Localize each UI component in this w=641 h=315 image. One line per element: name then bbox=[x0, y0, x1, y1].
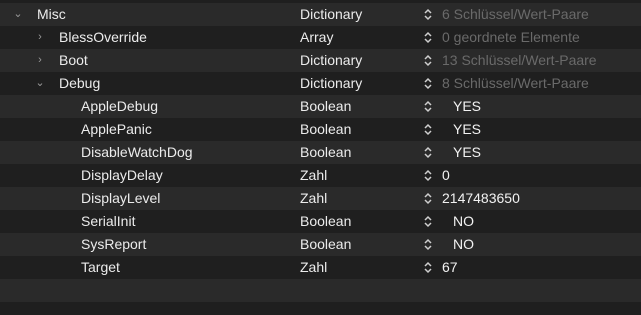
up-down-stepper-icon[interactable] bbox=[423, 215, 433, 228]
up-down-stepper-icon[interactable] bbox=[423, 100, 433, 113]
chevron-down-icon[interactable]: ⌄ bbox=[13, 9, 23, 20]
up-down-stepper-icon[interactable] bbox=[423, 146, 433, 159]
up-down-stepper-icon[interactable] bbox=[423, 261, 433, 274]
plist-row-partial bbox=[0, 279, 641, 302]
type-label[interactable]: Boolean bbox=[300, 210, 351, 233]
plist-row-appledebug[interactable]: AppleDebug Boolean YES bbox=[0, 95, 641, 118]
value-label[interactable]: 13 Schlüssel/Wert-Paare bbox=[442, 49, 597, 72]
key-label: ApplePanic bbox=[81, 121, 152, 137]
key-label: Boot bbox=[59, 52, 88, 68]
type-label[interactable]: Zahl bbox=[300, 164, 327, 187]
type-label[interactable]: Dictionary bbox=[300, 3, 362, 26]
plist-row-target[interactable]: Target Zahl 67 bbox=[0, 256, 641, 279]
key-label: SysReport bbox=[81, 236, 147, 252]
up-down-stepper-icon[interactable] bbox=[423, 192, 433, 205]
type-label[interactable]: Zahl bbox=[300, 256, 327, 279]
up-down-stepper-icon[interactable] bbox=[423, 31, 433, 44]
type-label[interactable]: Boolean bbox=[300, 118, 351, 141]
plist-row-boot[interactable]: › Boot Dictionary 13 Schlüssel/Wert-Paar… bbox=[0, 49, 641, 72]
key-label: DisplayDelay bbox=[81, 167, 163, 183]
chevron-down-icon[interactable]: ⌄ bbox=[35, 78, 45, 89]
key-label: DisplayLevel bbox=[81, 190, 161, 206]
up-down-stepper-icon[interactable] bbox=[423, 54, 433, 67]
plist-row-disablewatchdog[interactable]: DisableWatchDog Boolean YES bbox=[0, 141, 641, 164]
plist-row-displaylevel[interactable]: DisplayLevel Zahl 2147483650 bbox=[0, 187, 641, 210]
type-label[interactable]: Array bbox=[300, 26, 333, 49]
key-label: Misc bbox=[37, 6, 66, 22]
value-label[interactable]: 67 bbox=[442, 256, 458, 279]
key-label: Target bbox=[81, 259, 120, 275]
plist-row-misc[interactable]: ⌄ Misc Dictionary 6 Schlüssel/Wert-Paare bbox=[0, 3, 641, 26]
chevron-right-icon[interactable]: › bbox=[35, 32, 45, 43]
up-down-stepper-icon[interactable] bbox=[423, 123, 433, 136]
key-label: DisableWatchDog bbox=[81, 144, 193, 160]
plist-row-serialinit[interactable]: SerialInit Boolean NO bbox=[0, 210, 641, 233]
key-label: SerialInit bbox=[81, 213, 136, 229]
value-label[interactable]: NO bbox=[453, 210, 474, 233]
plist-row-sysreport[interactable]: SysReport Boolean NO bbox=[0, 233, 641, 256]
value-label[interactable]: NO bbox=[453, 233, 474, 256]
key-label: AppleDebug bbox=[81, 98, 159, 114]
value-label[interactable]: YES bbox=[453, 95, 481, 118]
value-label[interactable]: 2147483650 bbox=[442, 187, 520, 210]
key-label: BlessOverride bbox=[59, 29, 147, 45]
plist-row-displaydelay[interactable]: DisplayDelay Zahl 0 bbox=[0, 164, 641, 187]
up-down-stepper-icon[interactable] bbox=[423, 169, 433, 182]
type-label[interactable]: Boolean bbox=[300, 95, 351, 118]
type-label[interactable]: Dictionary bbox=[300, 49, 362, 72]
type-label[interactable]: Zahl bbox=[300, 187, 327, 210]
value-label[interactable]: YES bbox=[453, 141, 481, 164]
plist-row-applepanic[interactable]: ApplePanic Boolean YES bbox=[0, 118, 641, 141]
type-label[interactable]: Boolean bbox=[300, 233, 351, 256]
value-label[interactable]: 6 Schlüssel/Wert-Paare bbox=[442, 3, 589, 26]
key-label: Debug bbox=[59, 75, 101, 91]
type-label[interactable]: Dictionary bbox=[300, 72, 362, 95]
up-down-stepper-icon[interactable] bbox=[423, 238, 433, 251]
value-label[interactable]: 8 Schlüssel/Wert-Paare bbox=[442, 72, 589, 95]
plist-row-blessoverride[interactable]: › BlessOverride Array 0 geordnete Elemen… bbox=[0, 26, 641, 49]
chevron-right-icon[interactable]: › bbox=[35, 55, 45, 66]
value-label[interactable]: YES bbox=[453, 118, 481, 141]
value-label[interactable]: 0 bbox=[442, 164, 450, 187]
up-down-stepper-icon[interactable] bbox=[423, 77, 433, 90]
plist-row-debug[interactable]: ⌄ Debug Dictionary 8 Schlüssel/Wert-Paar… bbox=[0, 72, 641, 95]
plist-editor: ⌄ Misc Dictionary 6 Schlüssel/Wert-Paare… bbox=[0, 0, 641, 315]
up-down-stepper-icon[interactable] bbox=[423, 8, 433, 21]
value-label[interactable]: 0 geordnete Elemente bbox=[442, 26, 580, 49]
type-label[interactable]: Boolean bbox=[300, 141, 351, 164]
